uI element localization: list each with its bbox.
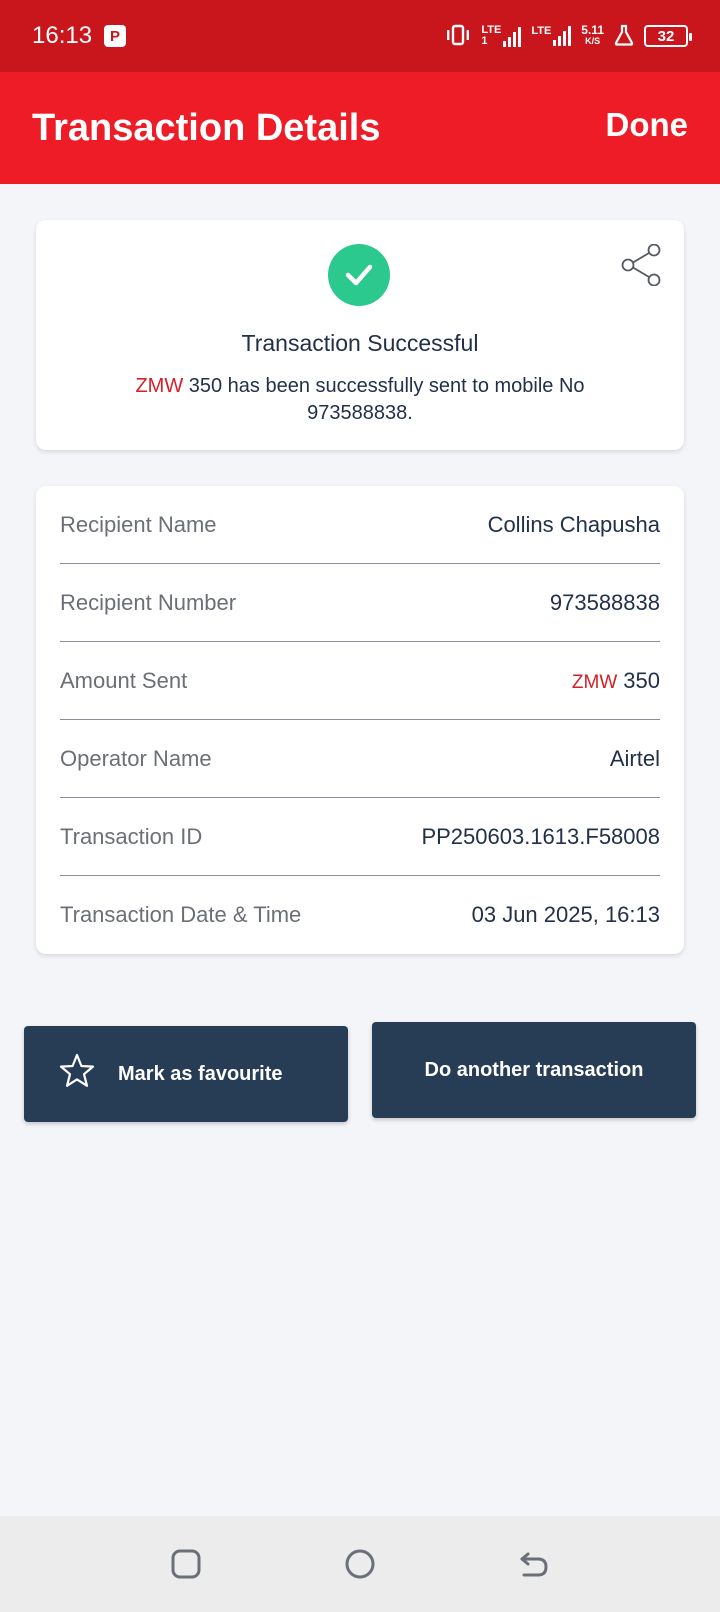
do-another-transaction-label: Do another transaction xyxy=(424,1058,644,1081)
notification-p-icon: P xyxy=(104,25,127,47)
battery-icon: 32 xyxy=(644,25,692,47)
detail-row-operator-name: Operator Name Airtel xyxy=(60,720,660,798)
currency-label: ZMW xyxy=(571,671,618,693)
network-speed: 5.11 K/S xyxy=(581,23,604,47)
detail-label: Amount Sent xyxy=(60,667,188,693)
status-bar: 16:13 P LTE 1 LTE 5.11 K/S 32 xyxy=(0,0,720,72)
app-bar: Transaction Details Done xyxy=(0,72,720,184)
star-icon xyxy=(58,1052,96,1096)
detail-label: Recipient Name xyxy=(60,511,217,537)
home-icon[interactable] xyxy=(340,1544,380,1584)
check-circle-icon xyxy=(328,244,390,306)
system-nav-bar xyxy=(0,1516,720,1612)
share-icon[interactable] xyxy=(620,243,662,291)
detail-row-recipient-number: Recipient Number 973588838 xyxy=(60,564,660,642)
detail-value-amount: ZMW 350 xyxy=(572,668,660,694)
vibrate-icon xyxy=(445,24,471,49)
done-button[interactable]: Done xyxy=(606,106,689,144)
success-message-text: 350 has been successfully sent to mobile… xyxy=(183,375,585,424)
detail-row-amount-sent: Amount Sent ZMW 350 xyxy=(60,642,660,720)
lte-sub-label: 1 xyxy=(481,35,488,47)
currency-label: ZMW xyxy=(135,375,184,397)
success-card: Transaction Successful ZMW 350 has been … xyxy=(36,220,684,450)
details-card: Recipient Name Collins Chapusha Recipien… xyxy=(36,486,684,954)
mark-favourite-button[interactable]: Mark as favourite xyxy=(24,1026,348,1122)
success-title: Transaction Successful xyxy=(241,330,479,356)
speed-unit: K/S xyxy=(585,36,601,46)
detail-row-transaction-id: Transaction ID PP250603.1613.F58008 xyxy=(60,798,660,876)
detail-value: 973588838 xyxy=(549,589,660,615)
detail-row-recipient-name: Recipient Name Collins Chapusha xyxy=(60,486,660,564)
detail-value: Collins Chapusha xyxy=(487,511,660,537)
mark-favourite-label: Mark as favourite xyxy=(118,1062,283,1085)
lte-label: LTE xyxy=(531,25,552,37)
detail-row-transaction-date: Transaction Date & Time 03 Jun 2025, 16:… xyxy=(60,876,660,954)
speed-value: 5.11 xyxy=(581,23,604,37)
detail-value: Airtel xyxy=(609,745,660,771)
recents-icon[interactable] xyxy=(166,1544,206,1584)
back-icon[interactable] xyxy=(514,1544,554,1584)
detail-value: PP250603.1613.F58008 xyxy=(421,823,660,849)
page-title: Transaction Details xyxy=(32,106,381,149)
signal-icon: LTE 1 xyxy=(481,25,522,47)
detail-label: Transaction ID xyxy=(60,823,203,849)
detail-label: Operator Name xyxy=(60,745,212,771)
lab-icon xyxy=(614,24,634,49)
do-another-transaction-button[interactable]: Do another transaction xyxy=(372,1022,696,1118)
status-time: 16:13 xyxy=(32,22,93,49)
signal-icon: LTE xyxy=(531,25,572,46)
detail-label: Recipient Number xyxy=(60,589,237,615)
detail-label: Transaction Date & Time xyxy=(60,902,302,927)
success-message: ZMW 350 has been successfully sent to mo… xyxy=(96,373,624,427)
amount-value: 350 xyxy=(623,667,660,693)
detail-value: 03 Jun 2025, 16:13 xyxy=(471,902,660,927)
